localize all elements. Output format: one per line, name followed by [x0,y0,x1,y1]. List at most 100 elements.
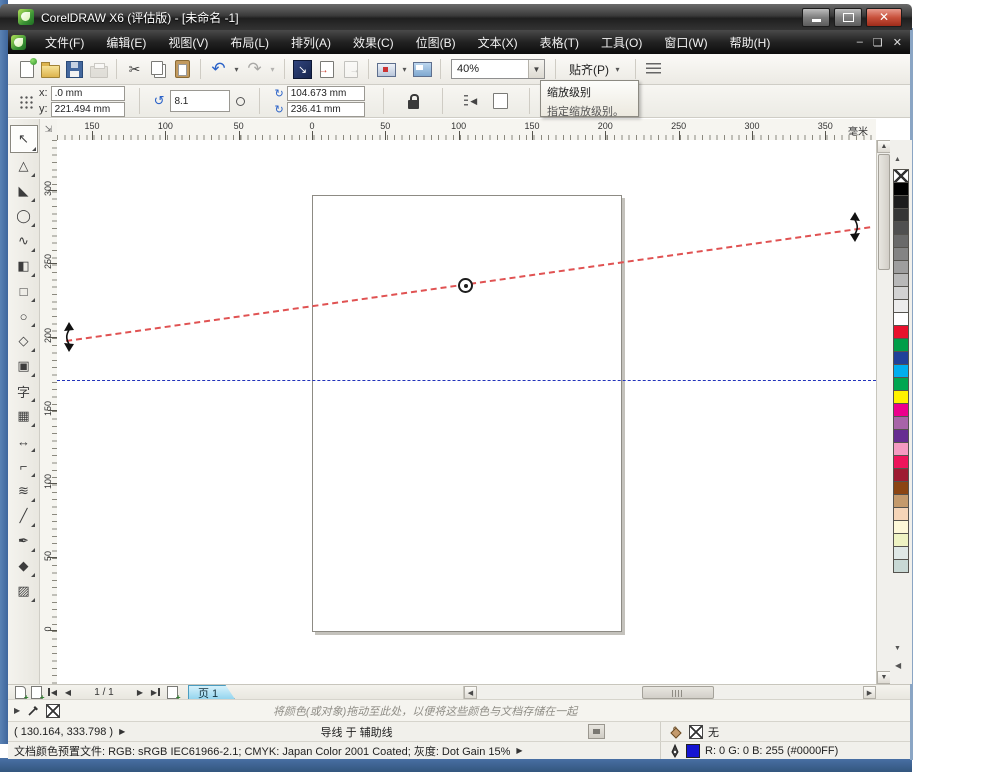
chevron-down-icon[interactable]: ▾ [613,65,622,74]
snap-to-button[interactable]: 贴齐(P) ▾ [563,59,628,80]
menu-item-帮助[interactable]: 帮助(H) [719,30,782,55]
import-button[interactable] [316,59,337,80]
mdi-minimize-button[interactable]: – [857,36,863,48]
menu-item-编辑[interactable]: 编辑(E) [95,30,157,55]
palette-swatch[interactable] [893,390,909,404]
menu-item-窗口[interactable]: 窗口(W) [653,30,718,55]
scroll-right-button[interactable]: ▶ [863,686,876,699]
scroll-down-button[interactable]: ▼ [877,671,891,684]
menu-item-位图[interactable]: 位图(B) [405,30,467,55]
palette-swatch[interactable] [893,494,909,508]
palette-swatch[interactable] [893,234,909,248]
palette-scroll-up-icon[interactable]: ▲ [894,156,901,163]
maximize-button[interactable] [834,8,862,27]
vertical-scrollbar[interactable]: ▲ ▼ [876,140,891,684]
menu-item-布局[interactable]: 布局(L) [219,30,280,55]
undo-dropdown[interactable]: ▾ [232,65,241,74]
fill-tool[interactable]: ◆ [12,554,36,578]
y-position-field[interactable]: 221.494 mm [51,102,125,117]
first-page-button[interactable]: ◀ [44,686,60,699]
palette-swatch[interactable] [893,559,909,573]
add-page-before-button[interactable] [28,686,44,699]
blend-tool[interactable]: ≋ [12,479,36,503]
eyedropper-icon[interactable] [26,704,40,718]
menu-item-文件[interactable]: 文件(F) [34,30,95,55]
palette-swatch[interactable] [893,533,909,547]
page-tab[interactable]: 页 1 [188,685,235,700]
dimension-tool[interactable]: ↔ [12,429,36,453]
palette-swatch[interactable] [893,507,909,521]
table-tool[interactable]: ▦ [12,404,36,428]
palette-no-color-swatch[interactable] [893,169,909,183]
palette-swatch[interactable] [893,195,909,209]
menu-item-工具[interactable]: 工具(O) [590,30,653,55]
outline-pen-tool[interactable]: ✒ [12,529,36,553]
guideline-rotate-handle-right[interactable] [847,212,863,242]
palette-swatch[interactable] [893,520,909,534]
shape-tool[interactable]: △ [12,154,36,178]
page-indicator[interactable]: 1 / 1 [76,687,132,698]
cut-button[interactable]: ✂ [124,59,145,80]
palette-scroll-down-icon[interactable]: ▼ [894,645,901,652]
palette-swatch[interactable] [893,247,909,261]
previous-page-button[interactable]: ◀ [60,686,76,699]
freehand-tool[interactable]: ∿ [12,229,36,253]
guideline-rotate-handle-left[interactable] [61,322,77,352]
status-mini-button[interactable] [588,724,605,739]
fill-none-swatch[interactable] [689,725,703,739]
basic-shapes-tool[interactable]: ▣ [12,354,36,378]
new-document-button[interactable] [16,59,37,80]
guideline-presets-button[interactable] [489,89,513,113]
palette-swatch[interactable] [893,416,909,430]
crop-tool[interactable]: ◣ [12,179,36,203]
minimize-button[interactable] [802,8,830,27]
connector-tool[interactable]: ⌐ [12,454,36,478]
redo-dropdown[interactable]: ▾ [268,65,277,74]
palette-swatch[interactable] [893,312,909,326]
palette-swatch[interactable] [893,546,909,560]
horizontal-ruler[interactable]: 毫米 15010050050100150200250300350 [57,119,876,141]
chevron-down-icon[interactable]: ▼ [528,60,544,78]
outline-color-swatch[interactable] [686,744,700,758]
mdi-close-button[interactable]: ✕ [893,36,902,49]
export-button[interactable] [340,59,361,80]
rectangle-tool[interactable]: □ [12,279,36,303]
rotation-center-y-field[interactable]: 236.41 mm [287,102,365,117]
rotation-center-x-field[interactable]: 104.673 mm [287,86,365,101]
palette-swatch[interactable] [893,260,909,274]
next-page-button[interactable]: ▶ [132,686,148,699]
zoom-tool[interactable]: ◯ [12,204,36,228]
align-guideline-button[interactable]: ◀ [459,89,483,113]
title-bar[interactable]: CorelDRAW X6 (评估版) - [未命名 -1] ✕ [0,4,912,30]
interactive-fill-tool[interactable]: ▨ [12,579,36,603]
pick-tool[interactable]: ↖ [10,125,38,153]
print-button[interactable] [88,59,109,80]
rotation-angle-field[interactable]: 8.1 [170,90,230,112]
tray-flyout-icon[interactable]: ▶ [14,706,20,715]
application-launcher-button[interactable] [376,59,397,80]
x-position-field[interactable]: .0 mm [51,86,125,101]
palette-swatch[interactable] [893,455,909,469]
text-tool[interactable]: 字 [12,379,36,403]
palette-swatch[interactable] [893,403,909,417]
open-button[interactable] [40,59,61,80]
palette-swatch[interactable] [893,299,909,313]
options-button[interactable] [643,59,664,80]
lock-guideline-button[interactable] [402,89,426,113]
undo-button[interactable]: ↶ [208,59,229,80]
rotation-center-marker[interactable] [458,278,473,293]
horizontal-guideline[interactable] [57,380,876,381]
mdi-restore-button[interactable]: ❏ [873,36,883,49]
zoom-level-combo[interactable]: 40% ▼ [451,59,545,79]
menu-item-文本[interactable]: 文本(X) [467,30,529,55]
palette-swatch[interactable] [893,468,909,482]
palette-swatch[interactable] [893,338,909,352]
menu-item-效果[interactable]: 效果(C) [342,30,405,55]
palette-swatch[interactable] [893,429,909,443]
tray-no-color-swatch[interactable] [46,704,60,718]
profile-flyout-icon[interactable]: ▶ [516,746,522,755]
search-content-button[interactable]: ↘ [292,59,313,80]
horizontal-scroll-thumb[interactable] [642,686,714,699]
scroll-up-button[interactable]: ▲ [877,140,891,153]
application-launcher-dropdown[interactable]: ▾ [400,65,409,74]
